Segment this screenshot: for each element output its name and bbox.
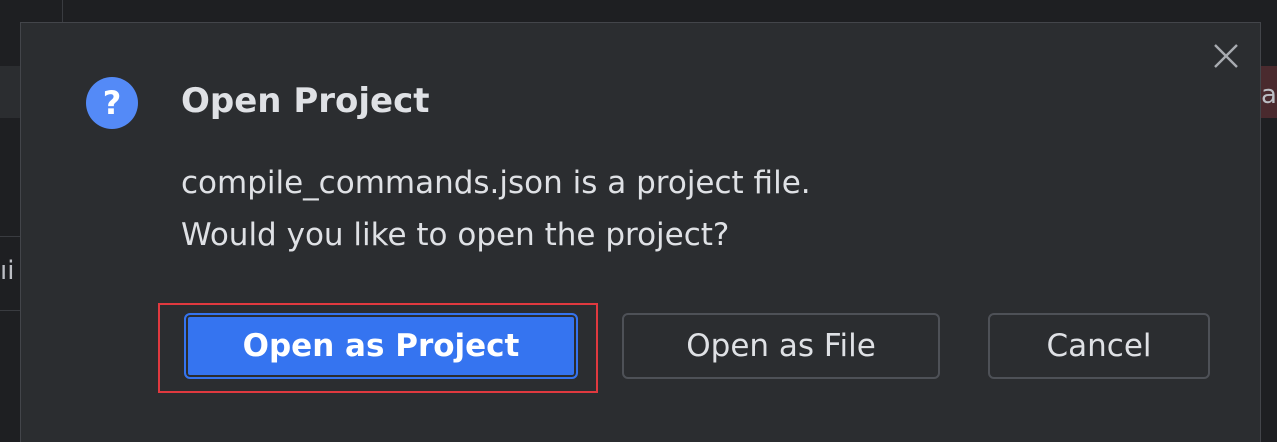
open-as-file-button[interactable]: Open as File	[622, 313, 940, 379]
svg-text:?: ?	[103, 84, 122, 122]
close-button[interactable]	[1211, 41, 1241, 71]
open-project-dialog: ? Open Project compile_commands.json is …	[20, 22, 1261, 442]
background-divider	[0, 236, 20, 237]
background-selected-row	[0, 66, 20, 118]
close-icon	[1214, 44, 1238, 68]
dialog-title: Open Project	[181, 81, 430, 121]
background-text: a	[1261, 80, 1277, 110]
question-icon: ?	[86, 77, 138, 129]
open-as-project-button[interactable]: Open as Project	[184, 313, 578, 379]
background-text: ıi	[0, 256, 15, 286]
message-line: Would you like to open the project?	[181, 217, 730, 253]
background-panel	[0, 0, 63, 22]
dialog-message: compile_commands.json is a project file.…	[181, 157, 811, 261]
cancel-button[interactable]: Cancel	[988, 313, 1210, 379]
message-line: compile_commands.json is a project file.	[181, 165, 811, 201]
background-divider	[0, 310, 20, 311]
